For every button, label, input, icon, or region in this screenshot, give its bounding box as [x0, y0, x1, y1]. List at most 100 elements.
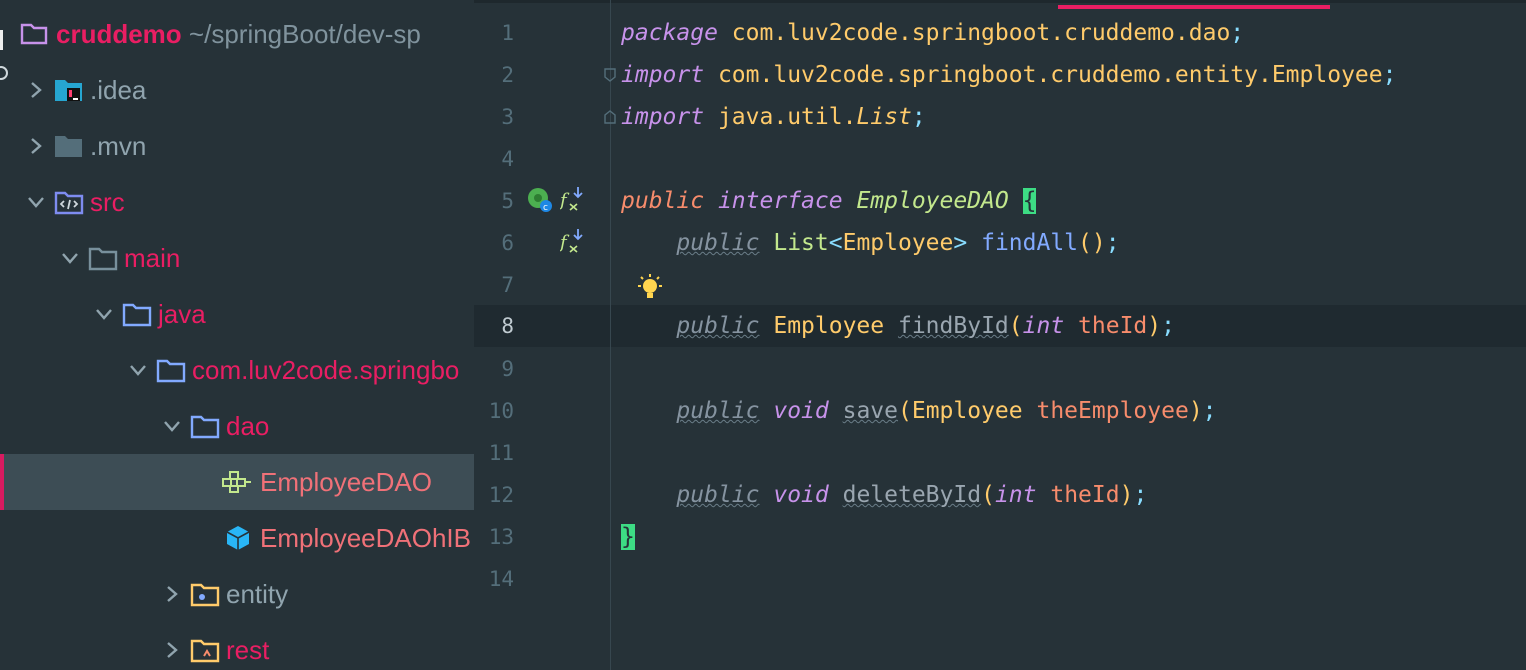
generic-type: Employee	[842, 230, 954, 256]
paren-open: (	[1008, 313, 1023, 339]
tree-item-label: com.luv2code.springbo	[192, 355, 460, 385]
entity-folder-icon	[190, 580, 220, 608]
keyword: interface	[717, 188, 843, 214]
tree-item-employeedao[interactable]: EmployeeDAO	[0, 454, 474, 510]
code-line-11[interactable]: 11	[474, 432, 1526, 474]
semicolon: ;	[1133, 482, 1148, 508]
param-type: int	[994, 482, 1037, 508]
code-line-9[interactable]: 9	[474, 348, 1526, 390]
close-brace: }	[621, 524, 635, 550]
line-number: 10	[488, 399, 514, 423]
param-name: theId	[1078, 313, 1148, 339]
param-type: int	[1022, 313, 1065, 339]
method-name: save	[842, 398, 898, 424]
line-number: 6	[501, 231, 514, 255]
tree-item-entity[interactable]: entity	[0, 566, 474, 622]
angle-open: <	[828, 230, 843, 256]
tree-root-row[interactable]: cruddemo ~/springBoot/dev-sp	[0, 6, 474, 62]
semicolon: ;	[1161, 313, 1175, 339]
line-number: 8	[501, 314, 514, 338]
code-line-4[interactable]: 4	[474, 138, 1526, 180]
tree-item-label: rest	[226, 635, 270, 665]
line-number: 13	[488, 525, 514, 549]
return-type: void	[773, 398, 829, 424]
chevron-right-icon[interactable]	[162, 640, 182, 660]
code-line-13[interactable]: 13 }	[474, 516, 1526, 558]
return-type: List	[773, 230, 829, 256]
editor-top-border	[474, 0, 1526, 3]
import-path: java.util.	[717, 104, 857, 130]
package-name: com.luv2code.springboot.cruddemo.dao	[731, 20, 1231, 46]
paren-open: (	[981, 482, 995, 508]
modifier: public	[676, 313, 760, 339]
semicolon: ;	[911, 104, 926, 130]
line-number: 7	[501, 273, 514, 297]
chevron-down-icon[interactable]	[94, 304, 114, 324]
chevron-down-icon[interactable]	[162, 416, 182, 436]
param-name: theEmployee	[1036, 398, 1189, 424]
folder-icon	[54, 132, 82, 160]
parens: ()	[1078, 230, 1106, 256]
code-line-14[interactable]: 14	[474, 558, 1526, 600]
line-number: 12	[488, 483, 514, 507]
code-line-6[interactable]: 6 public List<Employee> findAll();	[474, 222, 1526, 264]
chevron-right-icon[interactable]	[26, 136, 46, 156]
tree-item-idea[interactable]: .idea	[0, 62, 474, 118]
rest-folder-icon	[190, 636, 220, 664]
tree-item-label: src	[90, 187, 125, 217]
module-folder-icon	[20, 22, 48, 50]
param-type: Employee	[911, 398, 1023, 424]
modifier: public	[676, 482, 760, 508]
tree-item-label: java	[158, 299, 206, 329]
chevron-right-icon[interactable]	[162, 584, 182, 604]
line-number: 14	[488, 567, 514, 591]
line-number: 3	[501, 105, 514, 129]
tree-item-label: EmployeeDAOhIB	[260, 523, 471, 553]
tree-item-rest[interactable]: rest	[0, 622, 474, 670]
keyword: import	[621, 62, 705, 88]
package-folder-icon	[190, 412, 220, 440]
source-root-folder-icon	[122, 300, 152, 328]
chevron-down-icon[interactable]	[26, 192, 46, 212]
code-editor[interactable]: c f f 1 package com.luv2code.springboot.…	[474, 0, 1526, 670]
chevron-right-icon[interactable]	[26, 80, 46, 100]
code-line-3[interactable]: 3 import java.util.List;	[474, 96, 1526, 138]
code-line-12[interactable]: 12 public void deleteById(int theId);	[474, 474, 1526, 516]
paren-close: )	[1188, 398, 1203, 424]
code-line-5[interactable]: 5 public interface EmployeeDAO {	[474, 180, 1526, 222]
code-line-2[interactable]: 2 import com.luv2code.springboot.cruddem…	[474, 54, 1526, 96]
tree-item-label: entity	[226, 579, 289, 609]
folder-icon	[88, 244, 118, 272]
semicolon: ;	[1230, 20, 1245, 46]
keyword: public	[621, 188, 705, 214]
tree-item-main[interactable]: main	[0, 230, 474, 286]
line-number: 9	[501, 357, 514, 381]
code-line-8[interactable]: 8 public Employee findById(int theId);	[474, 305, 1526, 347]
semicolon: ;	[1382, 62, 1397, 88]
open-brace: {	[1022, 188, 1037, 214]
tree-item-label: .idea	[90, 75, 147, 105]
tree-item-label: main	[124, 243, 181, 273]
chevron-down-icon[interactable]	[128, 360, 148, 380]
line-number: 1	[501, 21, 514, 45]
paren-open: (	[897, 398, 912, 424]
project-name-label: cruddemo ~/springBoot/dev-sp	[56, 18, 421, 50]
tree-item-src[interactable]: src	[0, 174, 474, 230]
keyword: package	[621, 20, 718, 46]
tree-item-mvn[interactable]: .mvn	[0, 118, 474, 174]
tree-item-label: .mvn	[90, 131, 147, 161]
import-class: List	[856, 104, 912, 130]
code-line-1[interactable]: 1 package com.luv2code.springboot.crudde…	[474, 12, 1526, 54]
chevron-down-icon[interactable]	[60, 248, 80, 268]
paren-close: )	[1119, 482, 1134, 508]
code-line-10[interactable]: 10 public void save(Employee theEmployee…	[474, 390, 1526, 432]
semicolon: ;	[1105, 230, 1120, 256]
semicolon: ;	[1202, 398, 1217, 424]
tree-item-java[interactable]: java	[0, 286, 474, 342]
tree-item-dao[interactable]: dao	[0, 398, 474, 454]
tree-item-package[interactable]: com.luv2code.springbo	[0, 342, 474, 398]
code-line-7[interactable]: 7	[474, 264, 1526, 306]
line-number: 2	[501, 63, 514, 87]
tree-item-employeedaohib[interactable]: EmployeeDAOhIB	[0, 510, 474, 566]
line-number: 11	[488, 441, 514, 465]
